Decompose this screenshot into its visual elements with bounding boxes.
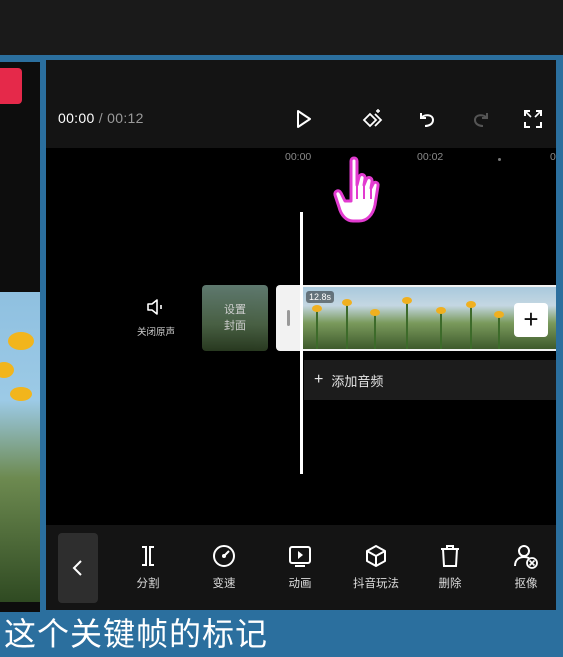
timecode: 00:00 / 00:12 [58,110,144,126]
cover-label-line2: 封面 [224,320,246,332]
cube-icon [366,545,386,567]
player-control-bar: 00:00 / 00:12 [46,60,556,148]
tool-speed[interactable]: 变速 [194,535,254,591]
clip-thumbnail-strip[interactable]: 12.8s + [302,285,556,351]
animation-icon [289,546,311,567]
back-button[interactable] [58,533,98,603]
keyframe-button[interactable] [358,104,388,134]
left-red-badge[interactable] [0,68,22,104]
bottom-toolbar: 分割 变速 动画 抖音玩法 删除 抠像 [46,525,556,610]
mute-label: 关闭原声 [136,327,175,338]
undo-button[interactable] [412,104,442,134]
tool-split[interactable]: 分割 [118,535,178,591]
tool-delete[interactable]: 删除 [420,535,480,591]
tool-label: 删除 [438,578,462,590]
current-time: 00:00 [58,110,95,126]
cover-label-line1: 设置 [224,304,246,316]
ruler-label: 00:00 [285,151,312,163]
time-ruler: 00:00 00:02 0 [46,148,556,178]
editor-screen: 00:00 / 00:12 00:00 00:02 0 关闭原声 设置 封面 1… [46,60,556,610]
ruler-label: 00:02 [417,151,444,163]
video-clip[interactable]: 12.8s + [276,285,556,351]
play-button[interactable] [288,104,318,134]
tool-label: 变速 [212,578,236,590]
ruler-dot [498,158,501,161]
time-separator: / [98,110,103,126]
set-cover-button[interactable]: 设置 封面 [202,285,268,351]
redo-button[interactable] [466,104,496,134]
cutout-icon [514,545,538,569]
left-preview-thumbnail [0,292,40,602]
mute-original-audio-button[interactable]: 关闭原声 [126,298,186,338]
speaker-icon [147,299,162,315]
ruler-label: 0 [550,151,556,163]
tool-animation[interactable]: 动画 [270,535,330,591]
keyframe-icon [362,109,383,128]
tool-label: 分割 [136,578,160,590]
tool-douyin-effects[interactable]: 抖音玩法 [346,535,406,591]
play-icon [297,110,311,128]
fullscreen-icon [524,110,542,128]
tool-label: 抖音玩法 [353,578,399,590]
chevron-left-icon [72,560,82,576]
add-audio-label: 添加音频 [331,373,384,389]
left-preview-panel [0,62,40,612]
tool-label: 抠像 [514,578,538,590]
tool-cutout[interactable]: 抠像 [496,535,556,591]
add-clip-button[interactable]: + [514,303,548,337]
clip-trim-handle[interactable] [276,285,302,351]
playhead[interactable] [300,212,303,474]
trash-icon [441,545,459,567]
total-time: 00:12 [107,110,144,126]
split-icon [142,546,154,566]
subtitle-caption: 这个关键帧的标记 [4,616,269,652]
undo-icon [420,113,435,127]
plus-icon: + [314,371,324,388]
add-audio-button[interactable]: + 添加音频 [304,360,556,400]
top-band [0,0,563,55]
speed-icon [213,545,235,567]
hand-pointer-icon [333,156,380,223]
fullscreen-button[interactable] [518,104,548,134]
clip-duration-badge: 12.8s [306,291,335,303]
redo-icon [473,113,488,127]
tool-label: 动画 [288,578,312,590]
